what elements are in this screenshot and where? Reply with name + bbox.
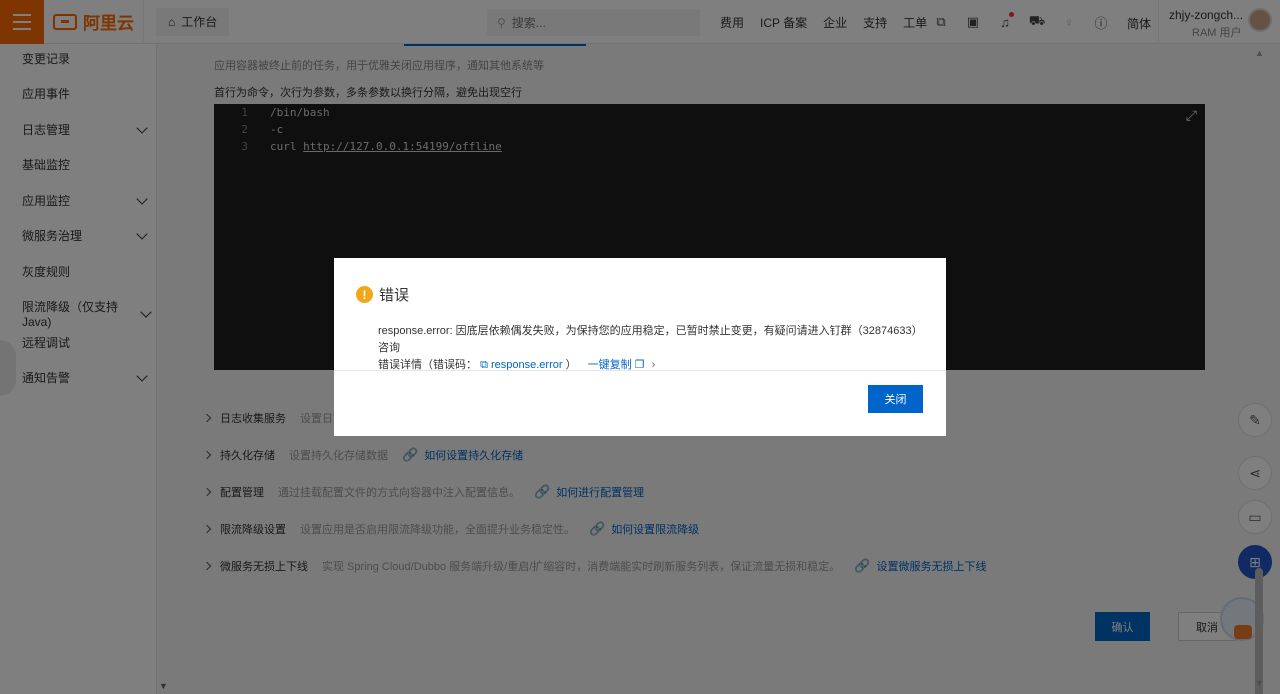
error-dialog: ! 错误 response.error: 因底层依赖偶发失败，为保持您的应用稳定… [334,258,946,436]
dialog-divider [334,370,946,371]
dialog-title: 错误 [379,287,410,304]
warning-icon: ! [356,286,373,303]
error-message: response.error: 因底层依赖偶发失败，为保持您的应用稳定，已暂时禁… [378,325,923,354]
close-button[interactable]: 关闭 [868,385,923,413]
error-detail: 错误详情（错误码： ⧉ response.error ） 一键复制 ❐ › [378,357,928,374]
dialog-message: response.error: 因底层依赖偶发失败，为保持您的应用稳定，已暂时禁… [378,323,928,374]
dialog-header: ! 错误 [356,284,409,305]
